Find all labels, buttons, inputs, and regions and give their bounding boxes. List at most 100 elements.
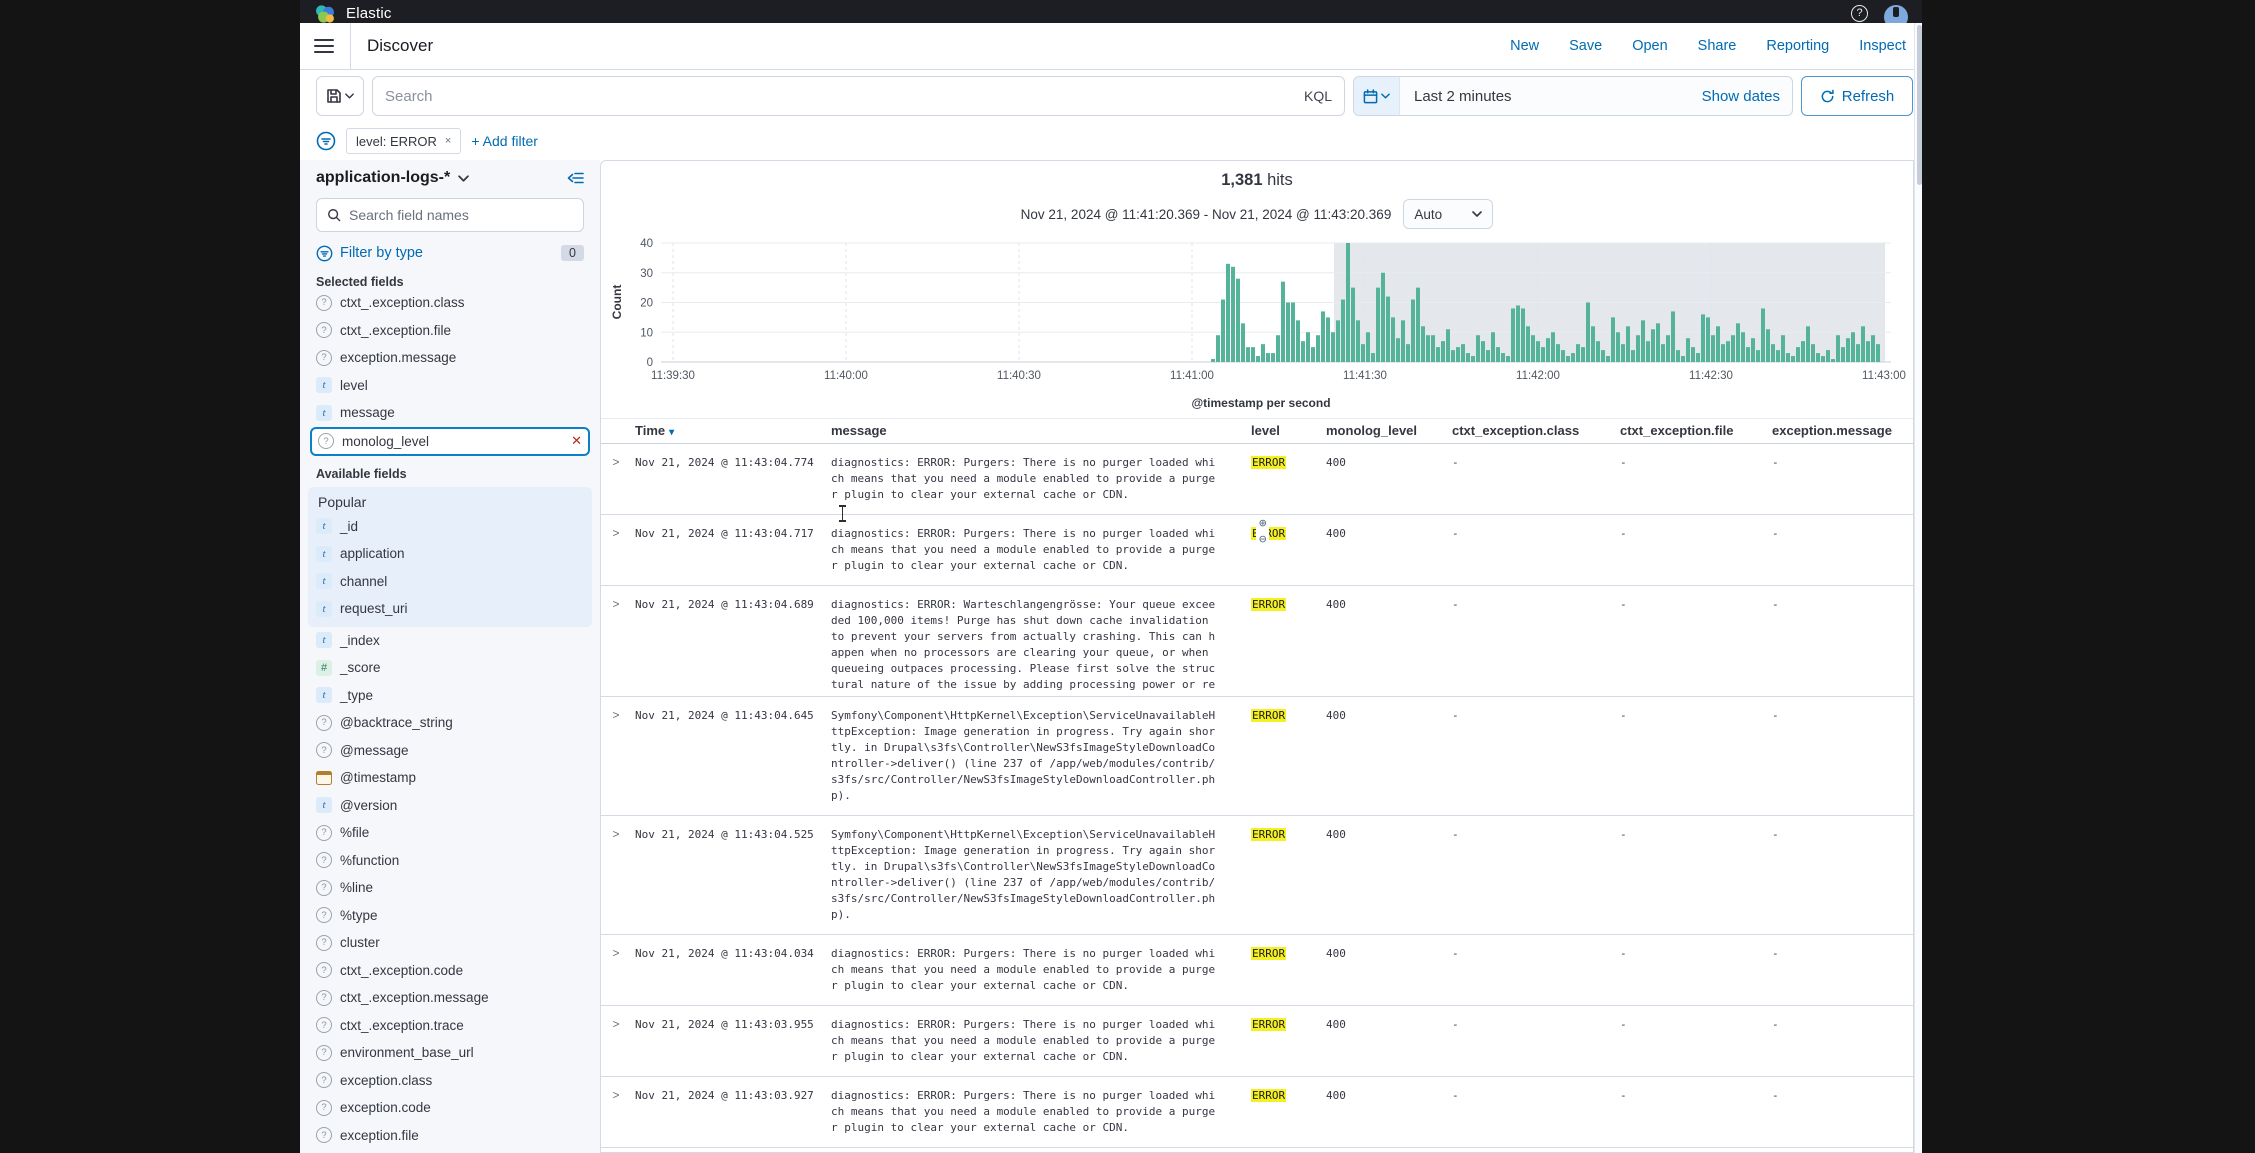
histogram-bar[interactable] xyxy=(1291,303,1295,363)
histogram-bar[interactable] xyxy=(1676,350,1680,362)
histogram-bar[interactable] xyxy=(1386,297,1390,362)
histogram-bar[interactable] xyxy=(1606,356,1610,362)
user-avatar[interactable] xyxy=(1884,5,1908,24)
histogram-bar[interactable] xyxy=(1431,335,1435,362)
expand-row-icon[interactable]: > xyxy=(601,935,631,1005)
histogram-bar[interactable] xyxy=(1326,317,1330,362)
histogram-bar[interactable] xyxy=(1846,338,1850,362)
field-item[interactable]: tmessage xyxy=(316,399,584,427)
table-row[interactable]: >Nov 21, 2024 @ 11:43:03.955diagnostics:… xyxy=(601,1005,1913,1076)
histogram-bar[interactable] xyxy=(1631,350,1635,362)
field-item[interactable]: ?%file xyxy=(316,819,584,847)
field-item[interactable]: t_index xyxy=(316,627,584,655)
field-item[interactable]: tlevel xyxy=(316,372,584,400)
histogram-bar[interactable] xyxy=(1476,335,1480,362)
histogram-bar[interactable] xyxy=(1696,353,1700,362)
histogram-bar[interactable] xyxy=(1461,344,1465,362)
histogram-bar[interactable] xyxy=(1791,356,1795,362)
field-item[interactable]: t@version xyxy=(316,792,584,820)
nav-link-inspect[interactable]: Inspect xyxy=(1859,38,1906,54)
histogram-bar[interactable] xyxy=(1526,326,1530,362)
field-item[interactable]: t_type xyxy=(316,682,584,710)
histogram-bar[interactable] xyxy=(1771,344,1775,362)
histogram-bar[interactable] xyxy=(1821,356,1825,362)
sort-desc-icon[interactable]: ▾ xyxy=(669,427,674,438)
table-row[interactable]: >Nov 21, 2024 @ 11:43:04.717diagnostics:… xyxy=(601,514,1913,585)
time-range-value[interactable]: Last 2 minutes xyxy=(1400,77,1690,115)
histogram-bar[interactable] xyxy=(1841,347,1845,362)
histogram-bar[interactable] xyxy=(1241,323,1245,362)
histogram-bar[interactable] xyxy=(1246,347,1250,362)
histogram-bar[interactable] xyxy=(1536,341,1540,362)
column-header-monolog-level[interactable]: monolog_level xyxy=(1322,419,1448,443)
histogram-bar[interactable] xyxy=(1561,350,1565,362)
histogram-bar[interactable] xyxy=(1236,279,1240,362)
histogram-bar[interactable] xyxy=(1271,353,1275,362)
histogram-bar[interactable] xyxy=(1276,335,1280,362)
histogram-bar[interactable] xyxy=(1746,347,1750,362)
histogram-bar[interactable] xyxy=(1366,332,1370,362)
histogram-bar[interactable] xyxy=(1421,326,1425,362)
histogram-bar[interactable] xyxy=(1806,326,1810,362)
field-item[interactable]: tapplication xyxy=(316,540,584,568)
histogram-bar[interactable] xyxy=(1756,350,1760,362)
histogram-bar[interactable] xyxy=(1711,335,1715,362)
histogram-bar[interactable] xyxy=(1216,335,1220,362)
field-item[interactable]: t_id xyxy=(316,513,584,541)
histogram-bar[interactable] xyxy=(1781,335,1785,362)
histogram-bar[interactable] xyxy=(1766,329,1770,362)
histogram-bar[interactable] xyxy=(1731,335,1735,362)
histogram-bar[interactable] xyxy=(1401,320,1405,362)
filter-by-type[interactable]: Filter by type 0 xyxy=(316,242,584,264)
histogram-bar[interactable] xyxy=(1331,332,1335,362)
nav-link-reporting[interactable]: Reporting xyxy=(1766,38,1829,54)
histogram-bar[interactable] xyxy=(1296,320,1300,362)
histogram-bar[interactable] xyxy=(1616,332,1620,362)
histogram-bar[interactable] xyxy=(1211,359,1215,362)
histogram-bar[interactable] xyxy=(1741,332,1745,362)
field-item[interactable]: @timestamp xyxy=(316,764,584,792)
histogram-bar[interactable] xyxy=(1466,353,1470,362)
filter-icon[interactable] xyxy=(316,131,336,151)
field-item[interactable]: ?ctxt_.exception.code xyxy=(316,957,584,985)
index-pattern-title[interactable]: application-logs-* xyxy=(316,169,450,187)
histogram-bar[interactable] xyxy=(1256,356,1260,362)
field-item[interactable]: ?cluster xyxy=(316,929,584,957)
interval-select[interactable]: Auto xyxy=(1403,199,1493,229)
nav-link-share[interactable]: Share xyxy=(1698,38,1737,54)
histogram-bar[interactable] xyxy=(1441,341,1445,362)
histogram-bar[interactable] xyxy=(1511,308,1515,362)
table-row[interactable]: >Nov 21, 2024 @ 11:43:04.034diagnostics:… xyxy=(601,934,1913,1005)
histogram-bar[interactable] xyxy=(1221,300,1225,362)
field-item[interactable]: trequest_uri xyxy=(316,595,584,623)
column-header-message[interactable]: message xyxy=(827,419,1247,443)
histogram-bar[interactable] xyxy=(1621,344,1625,362)
histogram-bar[interactable] xyxy=(1521,308,1525,362)
histogram-bar[interactable] xyxy=(1866,341,1870,362)
histogram-bar[interactable] xyxy=(1541,347,1545,362)
expand-row-icon[interactable]: > xyxy=(601,1148,631,1153)
histogram-bar[interactable] xyxy=(1701,314,1705,362)
table-row[interactable]: >Nov 21, 2024 @ 11:43:03.917diagnostics:… xyxy=(601,1147,1913,1153)
histogram-bar[interactable] xyxy=(1501,353,1505,362)
histogram-bar[interactable] xyxy=(1691,347,1695,362)
histogram-bar[interactable] xyxy=(1301,341,1305,362)
histogram-bar[interactable] xyxy=(1231,267,1235,362)
histogram-bar[interactable] xyxy=(1646,341,1650,362)
histogram-bar[interactable] xyxy=(1341,300,1345,362)
remove-field-icon[interactable]: ✕ xyxy=(571,433,582,449)
histogram-bar[interactable] xyxy=(1251,347,1255,362)
histogram-bar[interactable] xyxy=(1391,317,1395,362)
histogram-bar[interactable] xyxy=(1786,353,1790,362)
table-row[interactable]: >Nov 21, 2024 @ 11:43:03.927diagnostics:… xyxy=(601,1076,1913,1147)
field-item[interactable]: ?monolog_level✕ xyxy=(310,427,590,456)
field-item[interactable]: ?%line xyxy=(316,874,584,902)
field-item[interactable]: ?exception.message xyxy=(316,344,584,372)
histogram-bar[interactable] xyxy=(1796,347,1800,362)
histogram-bar[interactable] xyxy=(1751,338,1755,362)
histogram-bar[interactable] xyxy=(1396,338,1400,362)
column-header-time[interactable]: Time▾ xyxy=(631,419,827,443)
field-item[interactable]: ?@backtrace_string xyxy=(316,709,584,737)
expand-row-icon[interactable]: > xyxy=(601,515,631,585)
histogram-bar[interactable] xyxy=(1346,243,1350,362)
